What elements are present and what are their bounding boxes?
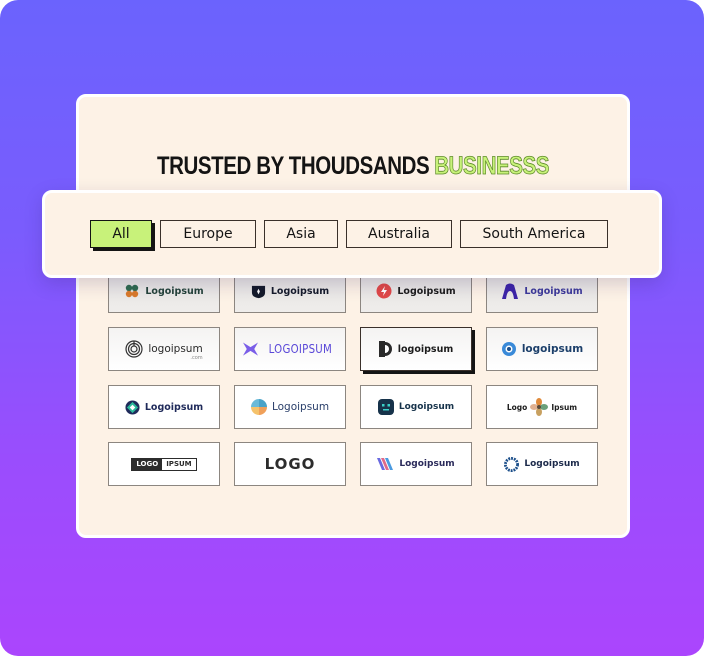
diamond-icon: [125, 399, 140, 415]
logo-card[interactable]: LOGO: [234, 442, 346, 486]
logo-name: Logoipsum: [398, 402, 455, 412]
clover-icon: [126, 284, 139, 298]
logo-name: LOGOIPSUM: [268, 342, 332, 356]
filter-all[interactable]: All: [90, 220, 152, 248]
box-logo-left: LOGO: [132, 458, 163, 470]
filter-label: Asia: [286, 226, 316, 242]
background: TRUSTED BY THOUDSANDS BUSINESSS All Europ…: [0, 0, 704, 656]
logo-card[interactable]: logoipsum: [360, 327, 472, 371]
logo-card[interactable]: Logoipsum: [234, 385, 346, 429]
logo-name: Ipsum: [551, 402, 578, 412]
logo-card[interactable]: Logoipsum: [360, 385, 472, 429]
stripes-icon: [377, 458, 394, 470]
logo-name: Logoipsum: [144, 401, 204, 413]
filter-label: Australia: [368, 226, 430, 242]
bolt-circle-icon: [376, 283, 392, 299]
logo-domain: .com: [190, 355, 203, 361]
logo-name: logoipsum: [521, 343, 584, 355]
swirl-icon: [250, 399, 267, 415]
logo-card[interactable]: LOGOIPSUM: [234, 327, 346, 371]
logo-name: logoipsum: [397, 343, 454, 355]
box-logo-right: IPSUM: [162, 458, 196, 470]
section-heading: TRUSTED BY THOUDSANDS BUSINESSS: [128, 152, 577, 181]
region-filter-bar: All Europe Asia Australia South America: [42, 190, 662, 278]
logo-card[interactable]: logoipsum: [486, 327, 598, 371]
logo-card[interactable]: Logoipsum: [486, 442, 598, 486]
filter-label: Europe: [183, 226, 233, 242]
arch-icon: [502, 283, 519, 299]
logo-card[interactable]: logoipsum .com: [108, 327, 220, 371]
logo-card[interactable]: Logoipsum: [108, 385, 220, 429]
logo-card[interactable]: LOGO IPSUM: [108, 442, 220, 486]
filter-asia[interactable]: Asia: [264, 220, 338, 248]
logo-name: Logoipsum: [524, 459, 580, 469]
logo-wordmark: LOGO: [264, 455, 316, 473]
spiral-icon: [125, 340, 143, 358]
logo-wordmark: logoipsum .com: [148, 343, 203, 361]
logo-name: Logoipsum: [524, 285, 583, 297]
flower-icon: [530, 398, 549, 416]
logo-name: Logoipsum: [271, 401, 330, 413]
ring-icon: [501, 342, 516, 356]
logo-card[interactable]: Logoipsum: [360, 442, 472, 486]
filter-south-america[interactable]: South America: [460, 220, 608, 248]
filter-label: All: [112, 226, 130, 242]
box-logo: LOGO IPSUM: [131, 457, 197, 471]
logo-name: Logoipsum: [270, 285, 330, 297]
shield-icon: [251, 285, 265, 298]
logo-name: Logoipsum: [145, 285, 204, 297]
filter-europe[interactable]: Europe: [160, 220, 256, 248]
robot-face-icon: [377, 399, 394, 415]
logo-name: logoipsum: [148, 343, 203, 355]
gear-ring-icon: [504, 456, 520, 472]
logo-card[interactable]: Logo Ipsum: [486, 385, 598, 429]
filter-australia[interactable]: Australia: [346, 220, 452, 248]
logo-name: Logoipsum: [397, 285, 456, 297]
heading-text: TRUSTED BY THOUDSANDS: [156, 152, 430, 180]
butterfly-icon: [242, 342, 258, 356]
logo-name-left: Logo: [506, 402, 528, 412]
heading-accent: BUSINESSS: [434, 152, 550, 181]
logo-name: Logoipsum: [399, 459, 455, 469]
filter-label: South America: [482, 226, 586, 242]
half-circle-icon: [378, 341, 392, 357]
